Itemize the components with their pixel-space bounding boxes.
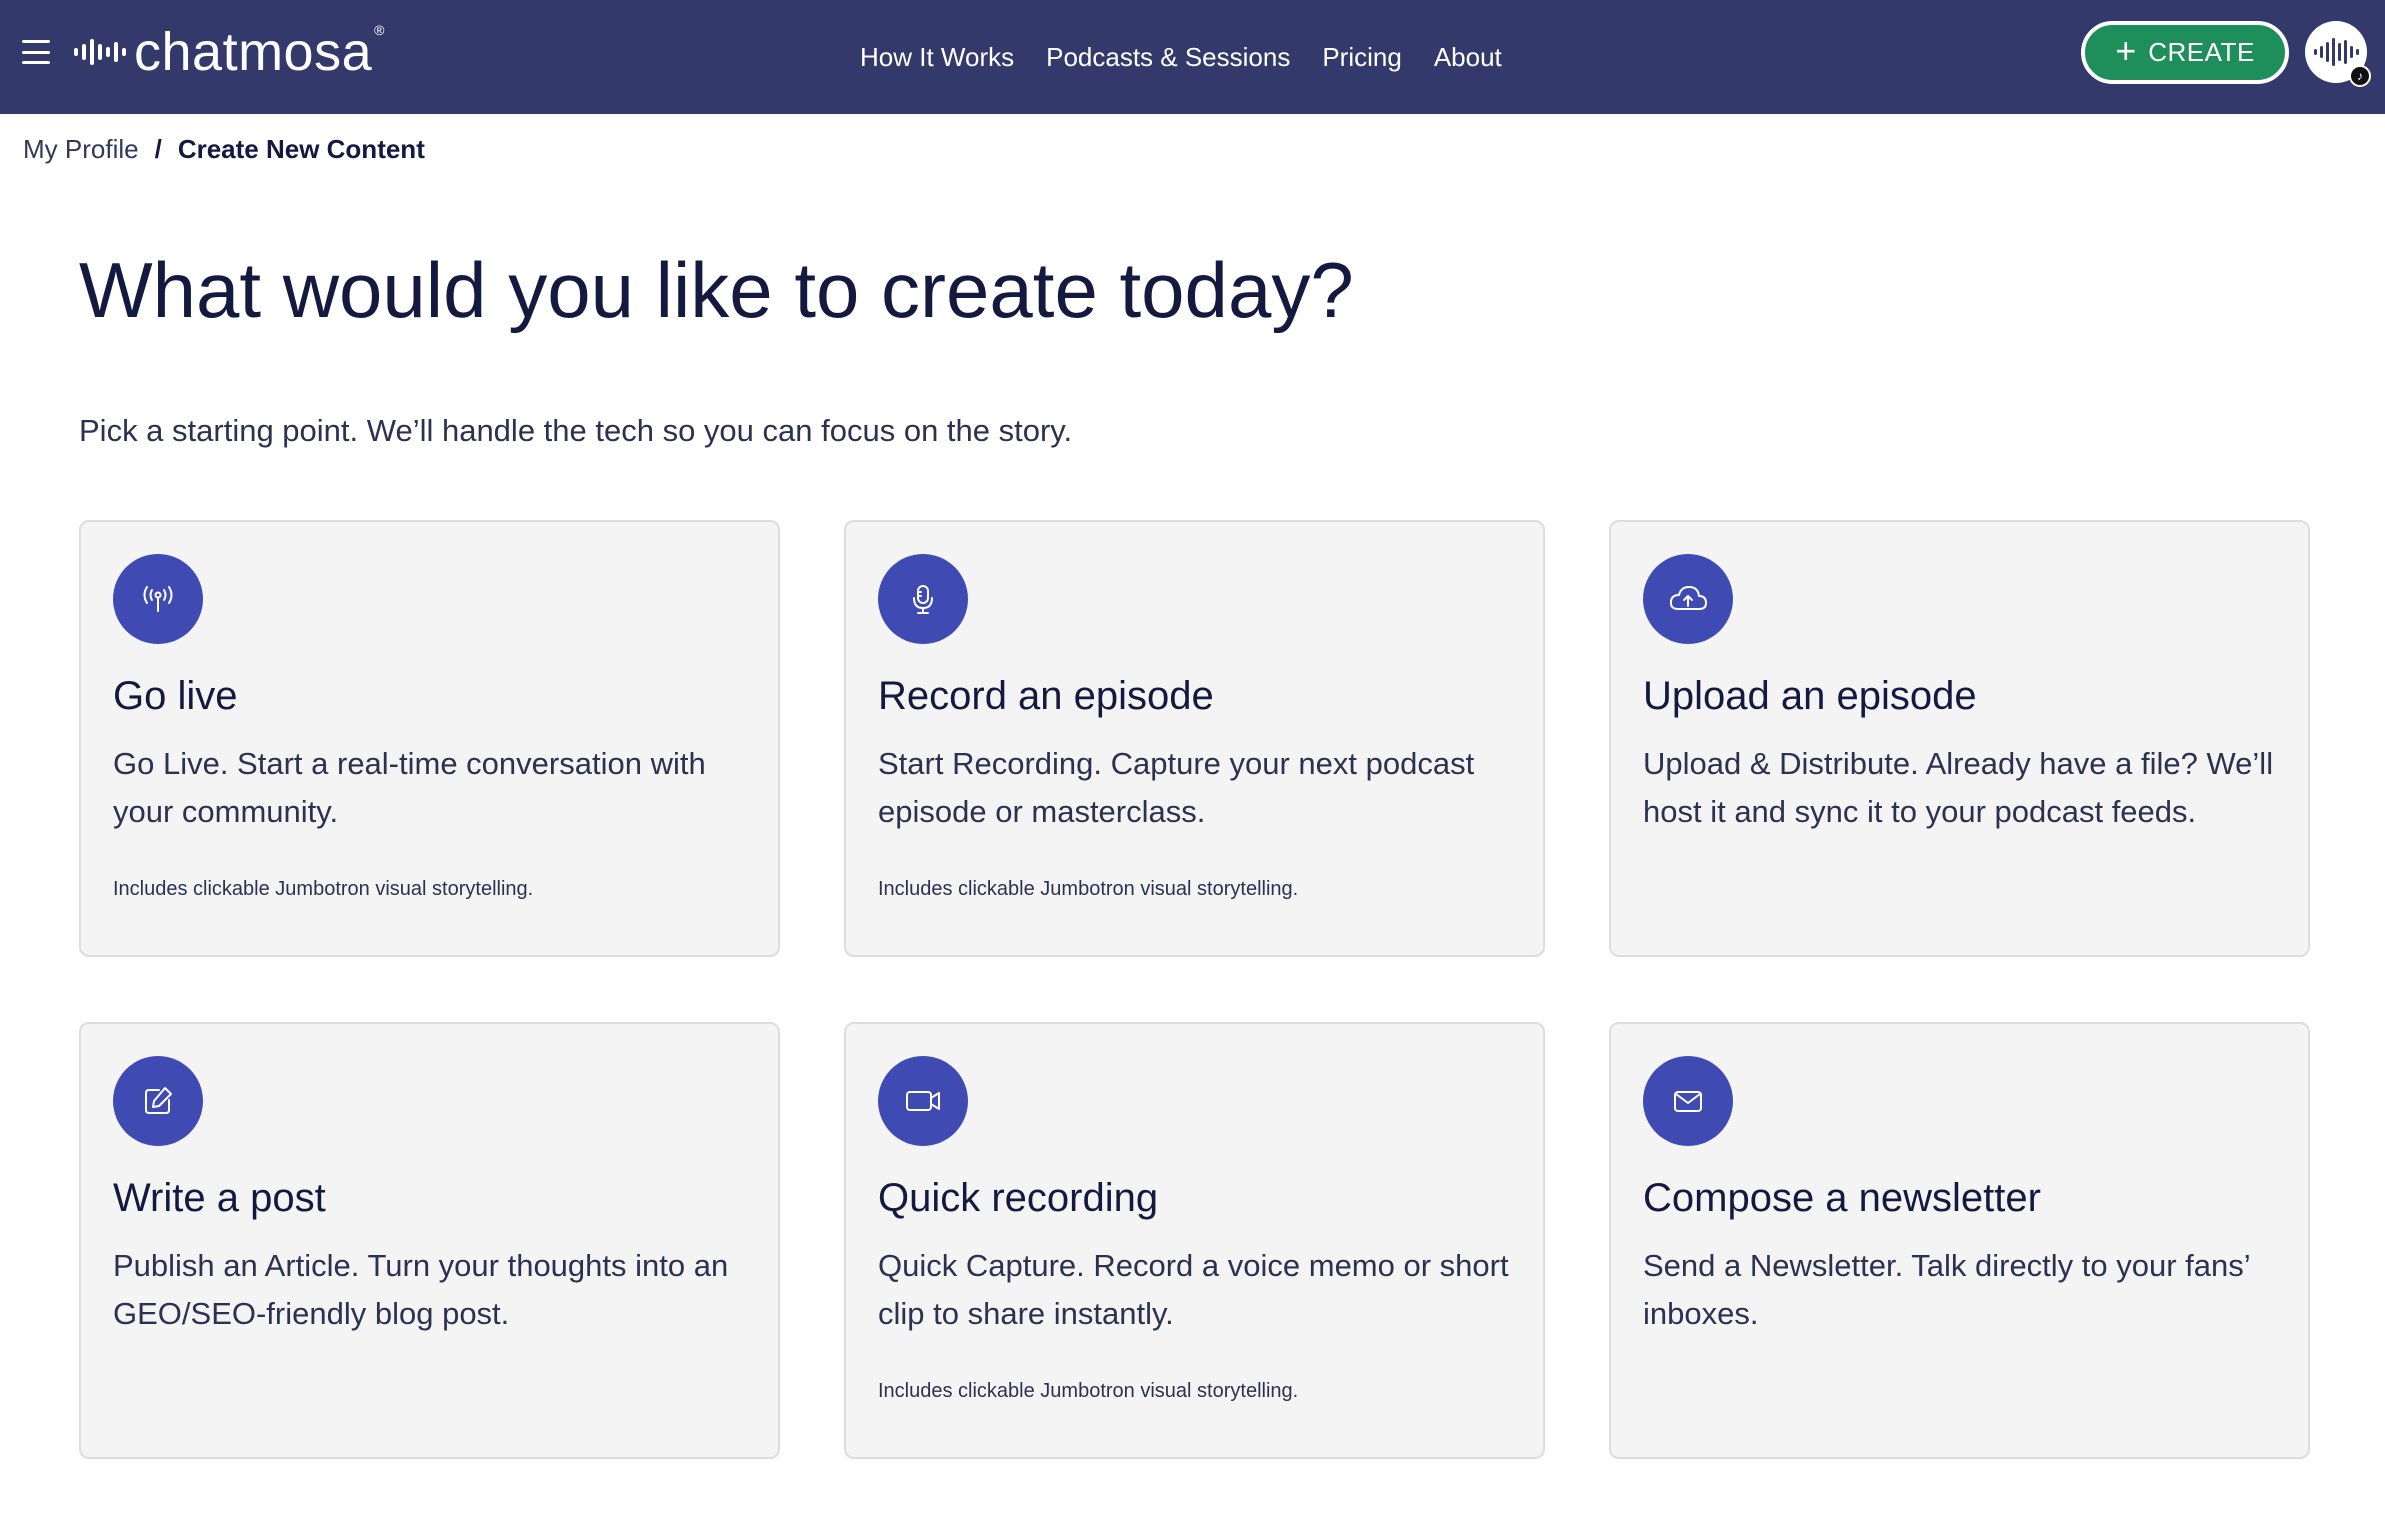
card-compose-newsletter[interactable]: Compose a newsletter Send a Newsletter. … — [1609, 1022, 2310, 1459]
soundwave-avatar-icon — [2313, 38, 2359, 66]
create-button[interactable]: + CREATE — [2081, 21, 2289, 84]
breadcrumb: My Profile / Create New Content — [23, 134, 425, 165]
card-title: Go live — [113, 674, 238, 718]
cloud-upload-icon — [1643, 554, 1733, 644]
card-note: Includes clickable Jumbotron visual stor… — [878, 1380, 1299, 1402]
main-nav: How It Works Podcasts & Sessions Pricing… — [860, 0, 1502, 114]
edit-pencil-icon — [113, 1056, 203, 1146]
breadcrumb-separator: / — [154, 134, 162, 164]
tiktok-badge-icon: ♪ — [2349, 65, 2371, 87]
soundwave-logo-icon — [74, 32, 126, 72]
nav-link-about[interactable]: About — [1434, 42, 1502, 73]
card-description: Go Live. Start a real-time conversation … — [113, 746, 706, 829]
hamburger-menu-icon[interactable] — [22, 40, 50, 64]
card-title: Write a post — [113, 1176, 326, 1220]
card-title: Quick recording — [878, 1176, 1159, 1220]
video-camera-icon — [878, 1056, 968, 1146]
page-subtitle: Pick a starting point. We’ll handle the … — [79, 413, 1073, 448]
user-avatar[interactable]: ♪ — [2305, 21, 2371, 87]
create-button-label: CREATE — [2148, 37, 2255, 67]
card-note: Includes clickable Jumbotron visual stor… — [113, 878, 534, 900]
broadcast-antenna-icon — [113, 554, 203, 644]
microphone-icon — [878, 554, 968, 644]
page-title: What would you like to create today? — [79, 246, 1354, 334]
card-record-episode[interactable]: Record an episode Start Recording. Captu… — [844, 520, 1545, 957]
card-description: Upload & Distribute. Already have a file… — [1643, 746, 2274, 829]
nav-link-podcasts-sessions[interactable]: Podcasts & Sessions — [1046, 42, 1290, 73]
plus-icon: + — [2115, 29, 2137, 71]
card-write-post[interactable]: Write a post Publish an Article. Turn yo… — [79, 1022, 780, 1459]
brand-logo[interactable]: chatmosa ® — [74, 22, 384, 82]
card-note: Includes clickable Jumbotron visual stor… — [878, 878, 1299, 900]
card-description: Start Recording. Capture your next podca… — [878, 746, 1475, 829]
envelope-icon — [1643, 1056, 1733, 1146]
card-go-live[interactable]: Go live Go Live. Start a real-time conve… — [79, 520, 780, 957]
card-description: Send a Newsletter. Talk directly to your… — [1643, 1248, 2250, 1331]
breadcrumb-current: Create New Content — [177, 134, 425, 164]
card-upload-episode[interactable]: Upload an episode Upload & Distribute. A… — [1609, 520, 2310, 957]
card-title: Upload an episode — [1643, 674, 1977, 718]
card-title: Compose a newsletter — [1643, 1176, 2041, 1220]
breadcrumb-my-profile[interactable]: My Profile — [23, 134, 139, 165]
brand-name: chatmosa — [134, 22, 373, 82]
registered-mark: ® — [374, 22, 385, 38]
top-navbar: chatmosa ® How It Works Podcasts & Sessi… — [0, 0, 2385, 114]
card-description: Quick Capture. Record a voice memo or sh… — [878, 1248, 1509, 1331]
nav-link-how-it-works[interactable]: How It Works — [860, 42, 1014, 73]
card-description: Publish an Article. Turn your thoughts i… — [113, 1248, 729, 1331]
nav-link-pricing[interactable]: Pricing — [1322, 42, 1401, 73]
card-quick-recording[interactable]: Quick recording Quick Capture. Record a … — [844, 1022, 1545, 1459]
card-title: Record an episode — [878, 674, 1214, 718]
